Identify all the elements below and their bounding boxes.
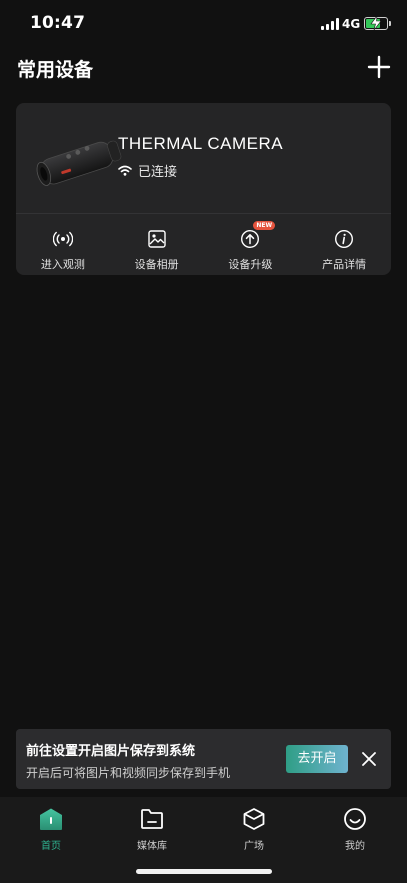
status-time: 10:47 <box>30 13 86 33</box>
app-screen: 10:47 4G 常用设备 THERMAL CAMERA 已连接 进入观测 设备… <box>0 0 407 883</box>
plus-icon <box>367 55 391 79</box>
device-card-header[interactable]: THERMAL CAMERA 已连接 <box>16 103 391 213</box>
wifi-icon <box>118 165 132 176</box>
tab-home[interactable]: 首页 <box>11 807 91 855</box>
signal-icon <box>321 18 339 30</box>
tab-media-library[interactable]: 媒体库 <box>112 807 192 855</box>
tab-plaza-label: 广场 <box>244 841 264 852</box>
thermal-camera-image <box>36 140 122 186</box>
banner-title: 前往设置开启图片保存到系统 <box>26 744 196 759</box>
battery-tip <box>389 21 391 26</box>
upload-circle-icon <box>241 229 260 249</box>
box-icon <box>243 808 265 830</box>
device-album-button[interactable]: 设备相册 <box>110 214 204 275</box>
device-album-label: 设备相册 <box>134 258 179 271</box>
radio-waves-icon <box>52 231 73 247</box>
tab-home-label: 首页 <box>41 841 61 852</box>
charging-bolt-icon <box>370 16 382 30</box>
device-card: THERMAL CAMERA 已连接 进入观测 设备相册 NEW 设备升级 产品… <box>16 103 391 275</box>
tab-mine[interactable]: 我的 <box>315 807 395 855</box>
device-upgrade-button[interactable]: NEW 设备升级 <box>204 214 298 275</box>
tab-mine-label: 我的 <box>345 841 365 852</box>
enable-button[interactable]: 去开启 <box>286 745 348 773</box>
tab-media-library-label: 媒体库 <box>137 841 167 852</box>
add-device-button[interactable] <box>366 54 392 80</box>
connection-status-label: 已连接 <box>138 165 178 180</box>
observe-label: 进入观测 <box>40 258 85 271</box>
close-icon[interactable] <box>362 752 376 766</box>
battery-icon <box>364 16 388 30</box>
info-circle-icon <box>335 229 354 249</box>
observe-button[interactable]: 进入观测 <box>16 214 110 275</box>
home-indicator[interactable] <box>136 869 272 874</box>
page-title: 常用设备 <box>17 59 94 81</box>
device-name: THERMAL CAMERA <box>118 134 284 153</box>
connection-status: 已连接 <box>118 161 177 180</box>
image-icon <box>147 230 166 248</box>
banner-subtitle: 开启后可将图片和视频同步保存到手机 <box>26 766 231 780</box>
device-upgrade-label: 设备升级 <box>228 258 273 271</box>
new-badge: NEW <box>253 221 276 230</box>
save-to-system-banner: 前往设置开启图片保存到系统 开启后可将图片和视频同步保存到手机 去开启 <box>16 729 391 789</box>
home-icon <box>40 808 62 830</box>
network-label: 4G <box>342 17 361 31</box>
folder-icon <box>141 809 163 829</box>
product-details-label: 产品详情 <box>322 258 367 271</box>
smile-icon <box>344 808 366 830</box>
status-bar: 10:47 4G <box>0 0 407 48</box>
product-details-button[interactable]: 产品详情 <box>297 214 391 275</box>
device-actions: 进入观测 设备相册 NEW 设备升级 产品详情 <box>16 214 391 275</box>
tab-plaza[interactable]: 广场 <box>214 807 294 855</box>
